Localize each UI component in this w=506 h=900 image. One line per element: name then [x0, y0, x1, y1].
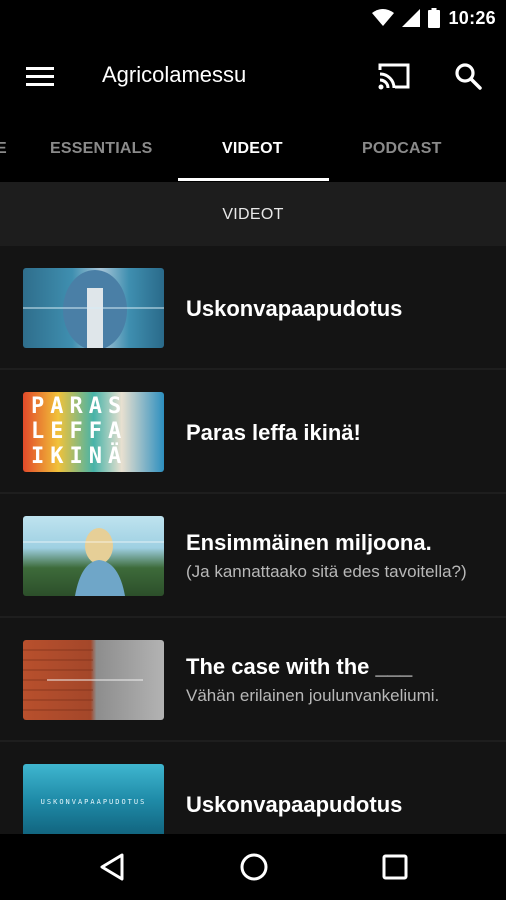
video-item[interactable]: Ensimmäinen miljoona. (Ja kannattaako si… — [0, 494, 506, 618]
menu-icon[interactable] — [26, 64, 54, 88]
home-icon[interactable] — [238, 851, 270, 883]
wifi-icon — [372, 9, 395, 26]
video-title: The case with the ___ — [186, 654, 413, 679]
section-header: VIDEOT — [0, 182, 506, 246]
video-title: Ensimmäinen miljoona. — [186, 530, 432, 555]
video-thumbnail — [23, 640, 164, 720]
video-list[interactable]: Uskonvapaapudotus PARAS LEFFA IKINÄ Para… — [0, 246, 506, 834]
back-icon[interactable] — [98, 852, 128, 882]
section-title: VIDEOT — [222, 206, 284, 223]
video-thumbnail: PARAS LEFFA IKINÄ — [23, 392, 164, 472]
video-subtitle: Vähän erilainen joulunvankeliumi. — [186, 686, 440, 705]
thumbnail-text: LEFFA — [31, 419, 128, 444]
video-thumbnail — [23, 516, 164, 596]
thumbnail-text: IKINÄ — [31, 444, 128, 469]
cast-icon[interactable] — [377, 60, 411, 92]
video-item[interactable]: Uskonvapaapudotus — [0, 246, 506, 370]
video-thumbnail — [23, 268, 164, 348]
video-item[interactable]: PARAS LEFFA IKINÄ Paras leffa ikinä! — [0, 370, 506, 494]
tab-indicator — [178, 178, 329, 181]
video-title: Paras leffa ikinä! — [186, 420, 361, 445]
status-time: 10:26 — [448, 7, 496, 28]
recent-apps-icon[interactable] — [381, 853, 409, 881]
video-title: Uskonvapaapudotus — [186, 792, 403, 817]
status-bar: 10:26 — [0, 0, 506, 36]
video-item[interactable]: USKONVAPAAPUDOTUS Uskonvapaapudotus — [0, 742, 506, 834]
tab-bar: E ESSENTIALS VIDEOT PODCAST — [0, 116, 506, 182]
video-thumbnail: USKONVAPAAPUDOTUS — [23, 764, 164, 834]
navigation-bar — [0, 834, 506, 900]
battery-icon — [428, 8, 441, 28]
thumbnail-text: PARAS — [31, 394, 128, 419]
signal-icon — [402, 9, 421, 27]
tab-podcast[interactable]: PODCAST — [362, 140, 442, 158]
app-title: Agricolamessu — [102, 62, 247, 87]
tab-essentials[interactable]: ESSENTIALS — [50, 140, 152, 158]
video-subtitle: (Ja kannattaako sitä edes tavoitella?) — [186, 562, 467, 581]
search-icon[interactable] — [454, 62, 482, 90]
tab-videot[interactable]: VIDEOT — [222, 140, 283, 158]
video-title: Uskonvapaapudotus — [186, 296, 403, 321]
video-item[interactable]: The case with the ___ Vähän erilainen jo… — [0, 618, 506, 742]
tab-partial[interactable]: E — [0, 140, 7, 158]
thumbnail-text: USKONVAPAAPUDOTUS — [40, 798, 147, 806]
app-bar: Agricolamessu — [0, 36, 506, 116]
